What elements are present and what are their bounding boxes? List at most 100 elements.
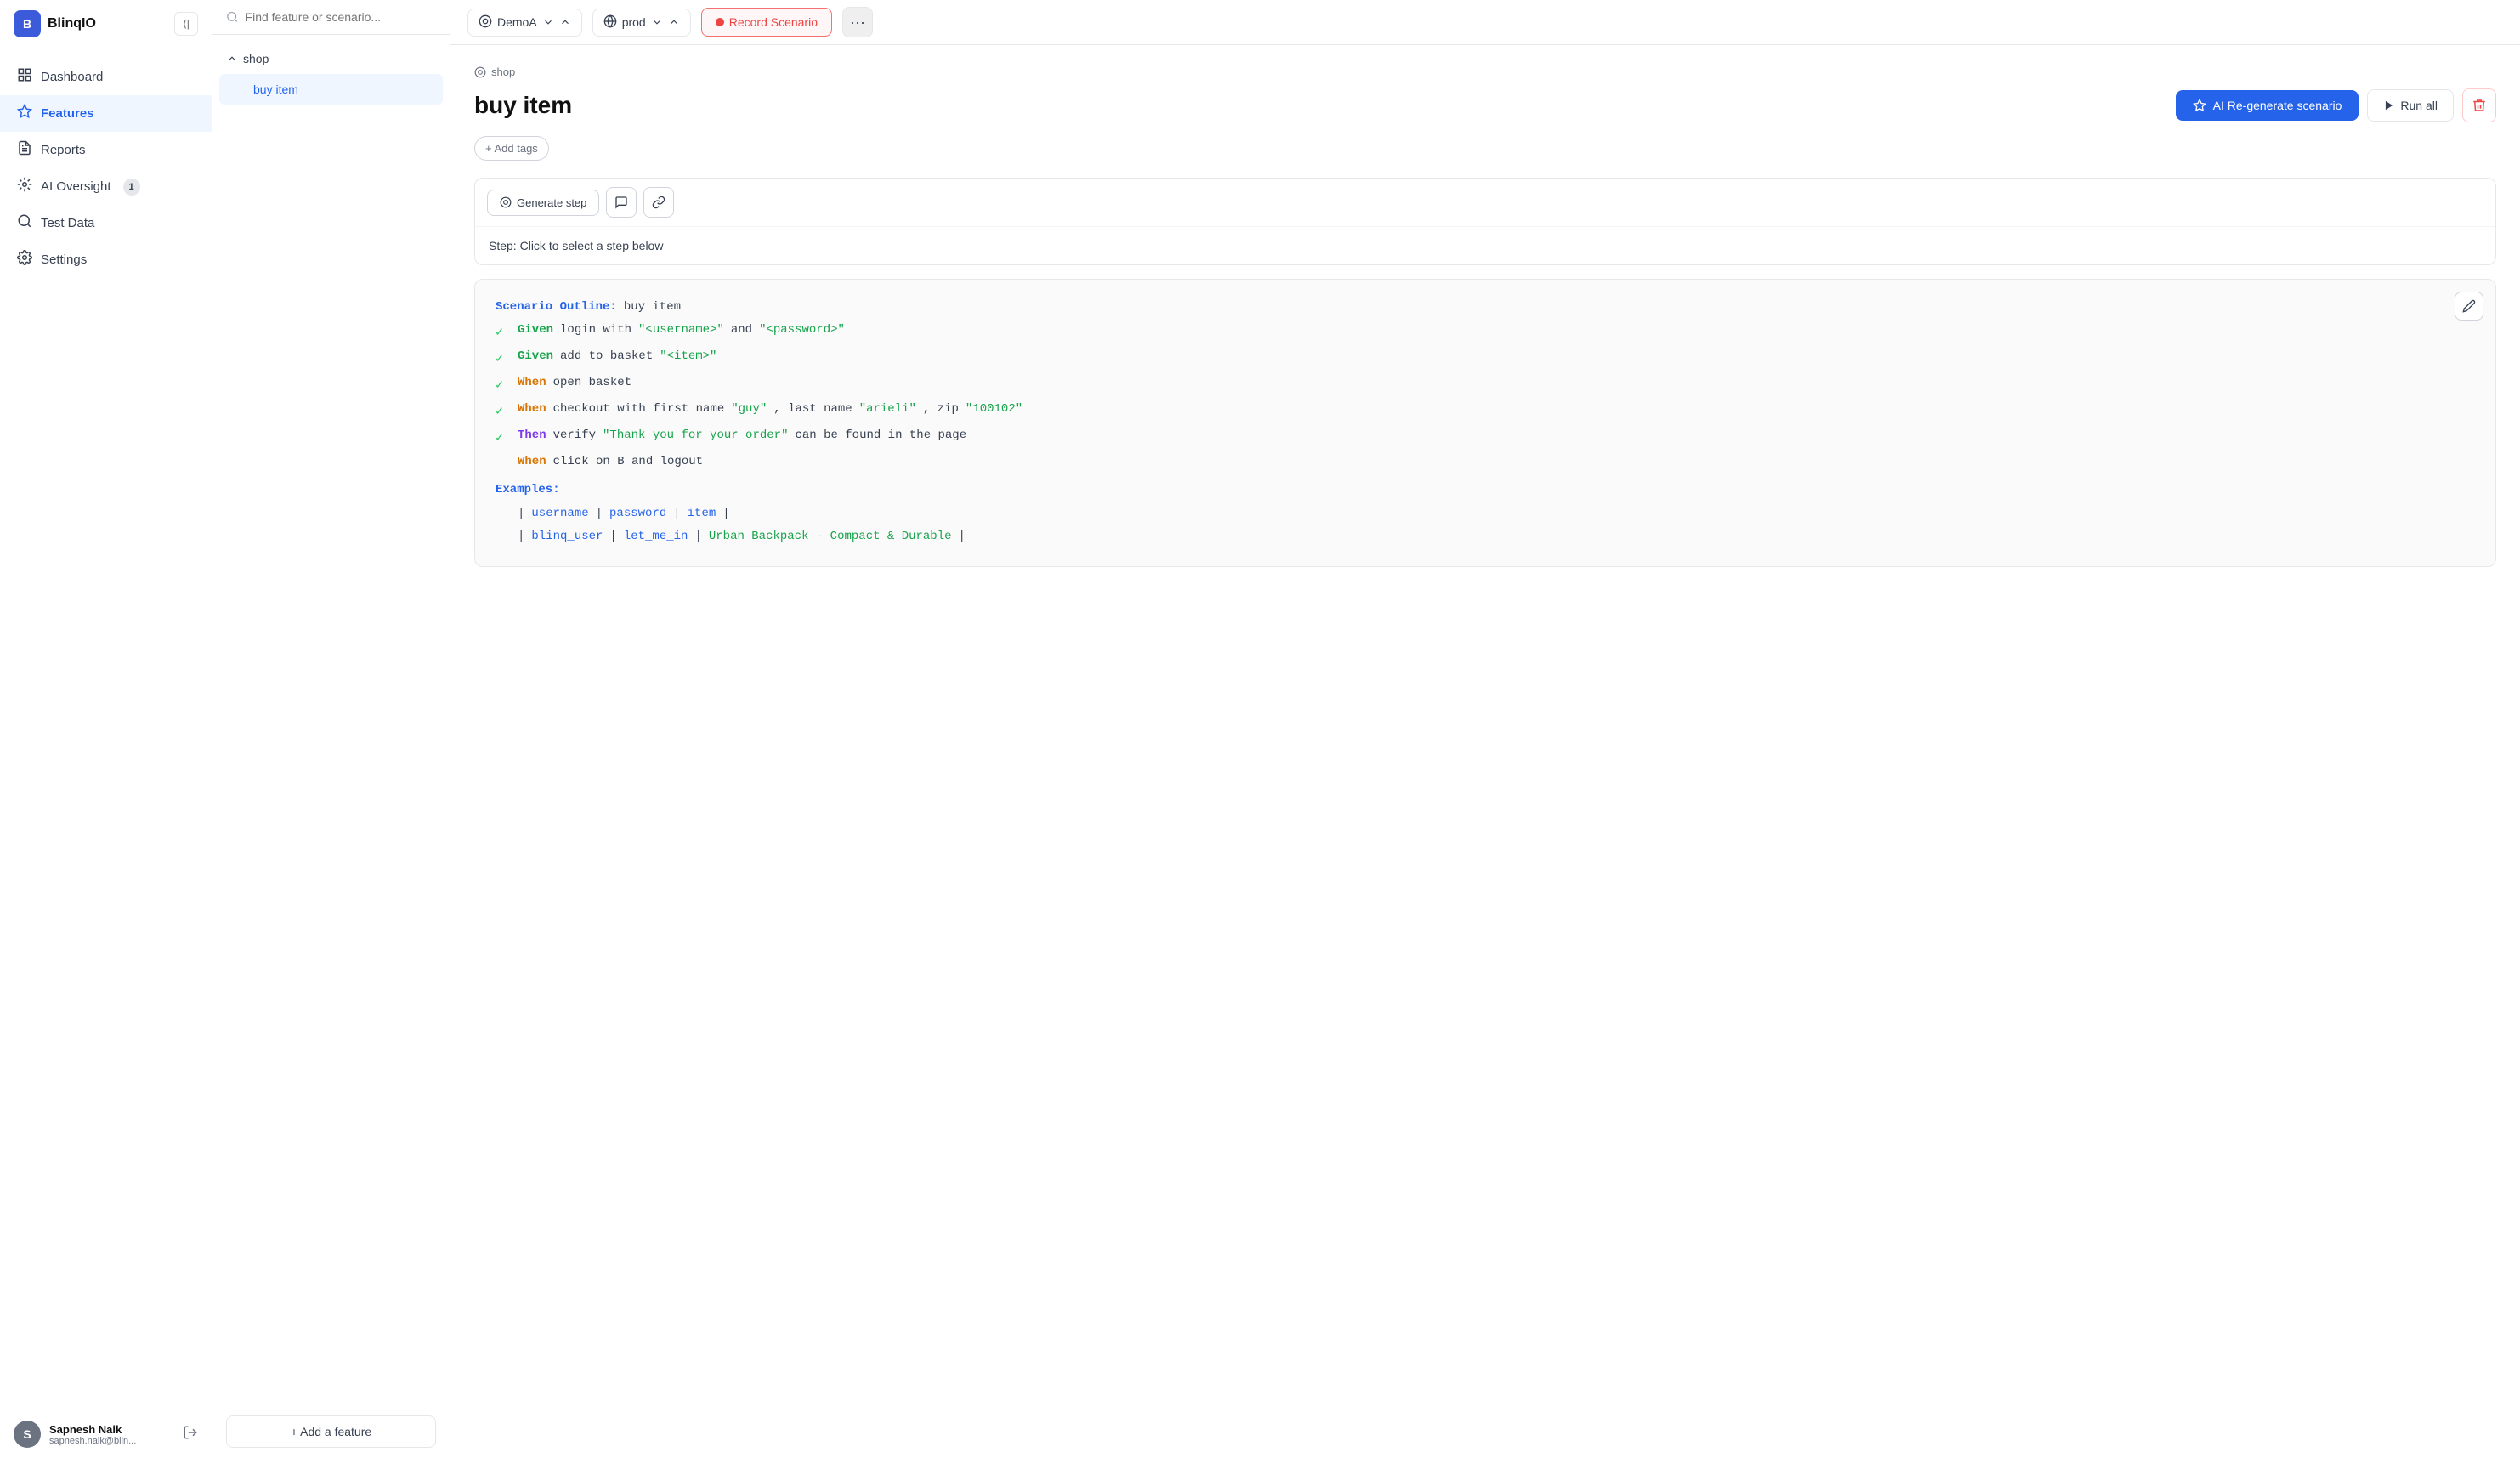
step-string-1b: "<password>": [759, 320, 845, 341]
record-scenario-button[interactable]: Record Scenario: [701, 8, 832, 37]
nav-menu: Dashboard Features Reports AI Oversight …: [0, 48, 212, 1410]
keyword-given-2: Given: [518, 346, 553, 367]
step-string-2a: "<item>": [660, 346, 716, 367]
sidebar-item-test-data-label: Test Data: [41, 216, 94, 230]
sidebar-item-settings-label: Settings: [41, 252, 87, 267]
step-and-1: and: [731, 320, 752, 341]
sidebar-item-dashboard-label: Dashboard: [41, 70, 103, 84]
generate-step-button[interactable]: Generate step: [487, 190, 599, 216]
tree-item-buy-item[interactable]: buy item: [219, 74, 443, 105]
pipe-8: |: [959, 526, 966, 547]
step-string-1a: "<username>": [638, 320, 724, 341]
ai-oversight-icon: [17, 177, 32, 196]
table-data-row: | blinq_user | let_me_in | Urban Backpac…: [496, 526, 2475, 547]
search-input[interactable]: [246, 10, 436, 24]
run-all-label: Run all: [2400, 99, 2438, 112]
user-details: Sapnesh Naik sapnesh.naik@blin...: [49, 1423, 136, 1446]
more-options-button[interactable]: ···: [842, 7, 873, 37]
main-content: DemoA prod Record Scenario ··· shop buy …: [450, 0, 2520, 1458]
reports-icon: [17, 140, 32, 160]
pipe-3: |: [673, 503, 680, 525]
feature-tree: shop buy item: [212, 35, 450, 1405]
scenario-block: Scenario Outline: buy item ✓ Given login…: [474, 279, 2496, 567]
pipe-6: |: [609, 526, 616, 547]
user-info: S Sapnesh Naik sapnesh.naik@blin...: [14, 1421, 136, 1448]
logo-letter: B: [23, 17, 31, 31]
check-icon-3: ✓: [496, 374, 511, 397]
search-icon: [226, 10, 239, 24]
chat-button[interactable]: [606, 187, 637, 218]
sidebar-item-ai-oversight-label: AI Oversight: [41, 179, 111, 194]
step-label-4a: , last name: [773, 399, 852, 420]
val-password: let_me_in: [624, 526, 688, 547]
app-name: BlinqIO: [48, 16, 96, 31]
sidebar-item-settings[interactable]: Settings: [0, 241, 212, 278]
page-title: buy item: [474, 92, 572, 119]
features-icon: [17, 104, 32, 123]
delete-button[interactable]: [2462, 88, 2496, 122]
link-button[interactable]: [643, 187, 674, 218]
add-tags-button[interactable]: + Add tags: [474, 136, 549, 161]
keyword-when-6: When: [518, 451, 546, 473]
col-item: item: [688, 503, 716, 525]
scenario-outline-keyword: Scenario Outline:: [496, 297, 617, 318]
sidebar-item-dashboard[interactable]: Dashboard: [0, 59, 212, 95]
env-selector[interactable]: prod: [592, 9, 691, 37]
sidebar-item-features[interactable]: Features: [0, 95, 212, 132]
step-text-5: verify: [553, 425, 596, 446]
step-string-4a: "guy": [731, 399, 767, 420]
env-chevron-icon: [651, 16, 663, 28]
check-icon-2: ✓: [496, 348, 511, 371]
edit-pencil-button[interactable]: [2455, 292, 2483, 321]
step-after-5: can be found in the page: [795, 425, 966, 446]
breadcrumb: shop: [474, 65, 2496, 78]
table-header-row: | username | password | item |: [496, 503, 2475, 525]
demo-selector-label: DemoA: [497, 15, 537, 29]
collapse-sidebar-button[interactable]: ⟨|: [174, 12, 198, 36]
logout-button[interactable]: [183, 1425, 198, 1444]
sidebar-item-test-data[interactable]: Test Data: [0, 205, 212, 241]
pipe-2: |: [596, 503, 603, 525]
sidebar-item-ai-oversight[interactable]: AI Oversight 1: [0, 168, 212, 205]
avatar: S: [14, 1421, 41, 1448]
trash-icon: [2472, 98, 2487, 113]
pipe-5: |: [518, 526, 524, 547]
keyword-given-1: Given: [518, 320, 553, 341]
chat-icon: [614, 196, 628, 209]
check-icon-1: ✓: [496, 321, 511, 344]
scenario-outline-name: buy item: [624, 297, 681, 318]
sidebar-item-features-label: Features: [41, 106, 94, 121]
examples-line: Examples:: [496, 479, 2475, 501]
scenario-step-4: ✓ When checkout with first name "guy" , …: [496, 399, 2475, 423]
logo-area: B BlinqIO: [14, 10, 96, 37]
step-text-3: open basket: [553, 372, 631, 394]
search-bar: [212, 0, 450, 35]
run-all-button[interactable]: Run all: [2367, 89, 2454, 122]
add-tags-label: + Add tags: [485, 142, 538, 155]
tree-group-shop[interactable]: shop: [212, 45, 450, 72]
step-editor: Generate step Step: Click to select a st…: [474, 178, 2496, 265]
examples-keyword: Examples:: [496, 479, 560, 501]
demo-icon: [479, 14, 492, 31]
demo-selector[interactable]: DemoA: [467, 9, 582, 37]
tree-item-label: buy item: [253, 82, 298, 96]
pencil-icon: [2462, 299, 2476, 313]
regenerate-scenario-button[interactable]: AI Re-generate scenario: [2176, 90, 2359, 121]
step-label-4b: , zip: [923, 399, 959, 420]
env-icon: [603, 14, 617, 31]
sidebar-item-reports[interactable]: Reports: [0, 132, 212, 168]
step-text-6: click on B and logout: [553, 451, 703, 473]
step-text-1: login with: [560, 320, 631, 341]
scenario-step-6: When click on B and logout: [496, 451, 2475, 473]
step-hint-text: Click to select a step below: [520, 239, 664, 252]
sidebar-header: B BlinqIO ⟨|: [0, 0, 212, 48]
page-content: shop buy item AI Re-generate scenario Ru…: [450, 45, 2520, 1458]
env-chevron-up-icon: [668, 16, 680, 28]
logo-box: B: [14, 10, 41, 37]
test-data-icon: [17, 213, 32, 233]
pipe-1: |: [518, 503, 524, 525]
keyword-then-5: Then: [518, 425, 546, 446]
add-feature-button[interactable]: + Add a feature: [226, 1415, 436, 1448]
step-string-4b: "arieli": [859, 399, 916, 420]
settings-icon: [17, 250, 32, 269]
